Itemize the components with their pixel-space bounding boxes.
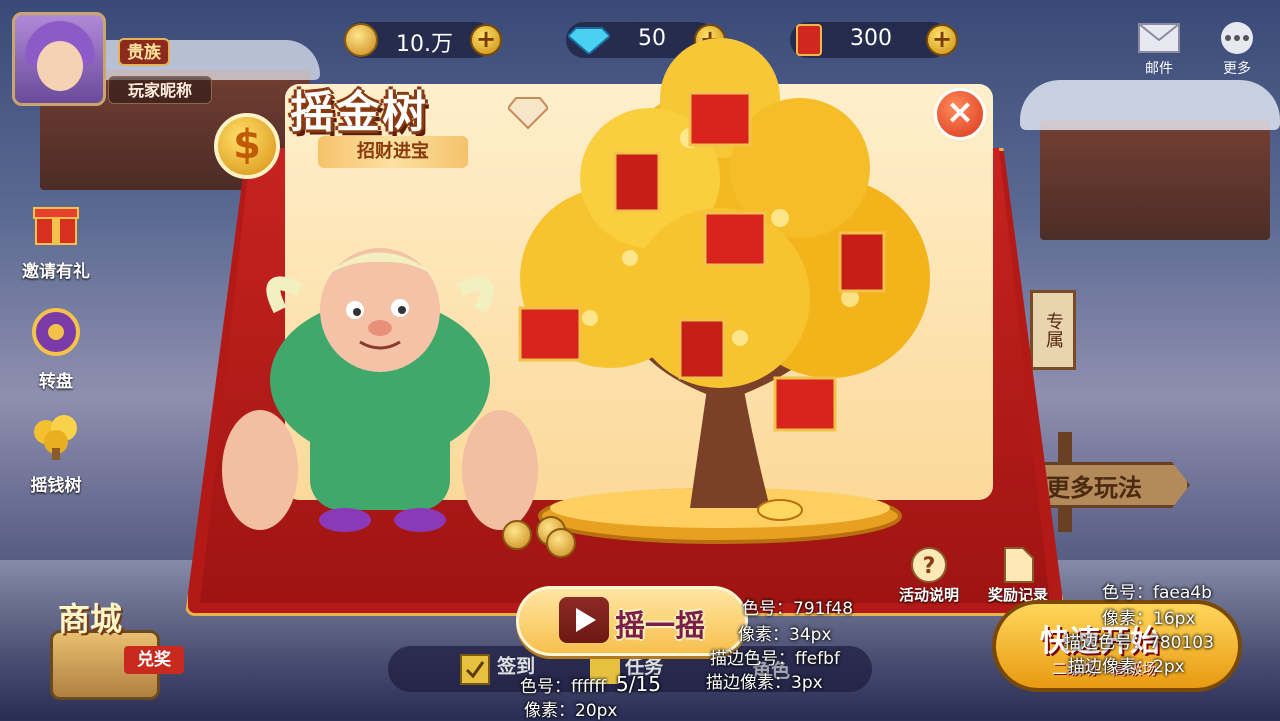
vip-badge: 贵族 [118, 38, 170, 66]
annotation-shake-color: 色号：791f48 [742, 599, 854, 619]
activity-info-button[interactable]: ? 活动说明 [894, 546, 964, 605]
play-icon [559, 597, 609, 643]
more-games-label: 更多玩法 [1046, 474, 1142, 502]
question-icon: ? [911, 547, 947, 583]
popup-title: 摇金树 [290, 87, 428, 138]
snow-roof-right [1020, 80, 1280, 130]
wheel-label: 转盘 [39, 372, 73, 392]
dollar-coin-icon: $ [214, 113, 280, 179]
more-button[interactable]: 更多 [1210, 20, 1264, 78]
annotation-shake-stroke-color: 描边色号：ffefbf [710, 649, 840, 669]
player-nickname: 玩家昵称 [108, 76, 212, 104]
exchange-badge: 兑奖 [124, 646, 184, 674]
annotation-quick-size: 像素：16px [1102, 609, 1196, 629]
more-label: 更多 [1223, 61, 1251, 77]
more-games-signpost[interactable]: 更多玩法 [1040, 432, 1190, 532]
shake-button-label: 摇一摇 [615, 609, 705, 644]
document-icon [1004, 547, 1034, 583]
popup-subtitle: 招财进宝 [318, 136, 468, 168]
coin-icon [502, 520, 532, 550]
mail-label: 邮件 [1145, 61, 1173, 77]
exclusive-sign[interactable]: 专属 [1030, 290, 1076, 370]
gift-box-icon [33, 207, 79, 245]
player-avatar[interactable] [12, 12, 106, 106]
shop-label: 商城 [58, 600, 123, 638]
money-tree-icon [34, 415, 77, 460]
invite-menu-item[interactable]: 邀请有礼 [8, 196, 104, 282]
more-dots-icon [1221, 22, 1253, 54]
close-button[interactable]: × [934, 88, 986, 140]
envelope-icon [1138, 23, 1180, 53]
house-right [1040, 120, 1270, 240]
annotation-quick-stroke-size: 描边像素：2px [1068, 657, 1185, 677]
annotation-progress-color: 色号：ffffff [520, 677, 607, 697]
gold-amount: 10.万 [396, 32, 453, 57]
svg-text:?: ? [923, 554, 936, 579]
coin-icon [546, 528, 576, 558]
mail-button[interactable]: 邮件 [1132, 20, 1186, 78]
money-tree-label: 摇钱树 [30, 476, 82, 496]
wheel-icon [32, 308, 80, 356]
annotation-shake-size: 像素：34px [738, 625, 832, 645]
annotation-shake-stroke-size: 描边像素：3px [706, 673, 823, 693]
avatar-face [37, 41, 83, 91]
diamond-sparkle-icon [508, 97, 548, 130]
progress-counter: 5/15 [616, 672, 661, 696]
clipboard-check-icon [460, 654, 490, 685]
annotation-quick-stroke-color: 描边色号：780103 [1064, 633, 1214, 653]
shop-button[interactable]: 商城 兑奖 [40, 590, 190, 710]
wheel-menu-item[interactable]: 转盘 [8, 306, 104, 392]
activity-info-label: 活动说明 [898, 586, 959, 604]
character-mascot [222, 248, 538, 532]
invite-label: 邀请有礼 [22, 262, 90, 282]
reward-record-button[interactable]: 奖励记录 [982, 546, 1054, 605]
money-tree-illustration[interactable] [490, 38, 970, 558]
money-tree-menu-item[interactable]: 摇钱树 [8, 410, 104, 496]
annotation-progress-size: 像素：20px [524, 701, 618, 721]
gold-coin-icon [344, 23, 378, 57]
annotation-quick-color: 色号：faea4b [1102, 583, 1212, 603]
